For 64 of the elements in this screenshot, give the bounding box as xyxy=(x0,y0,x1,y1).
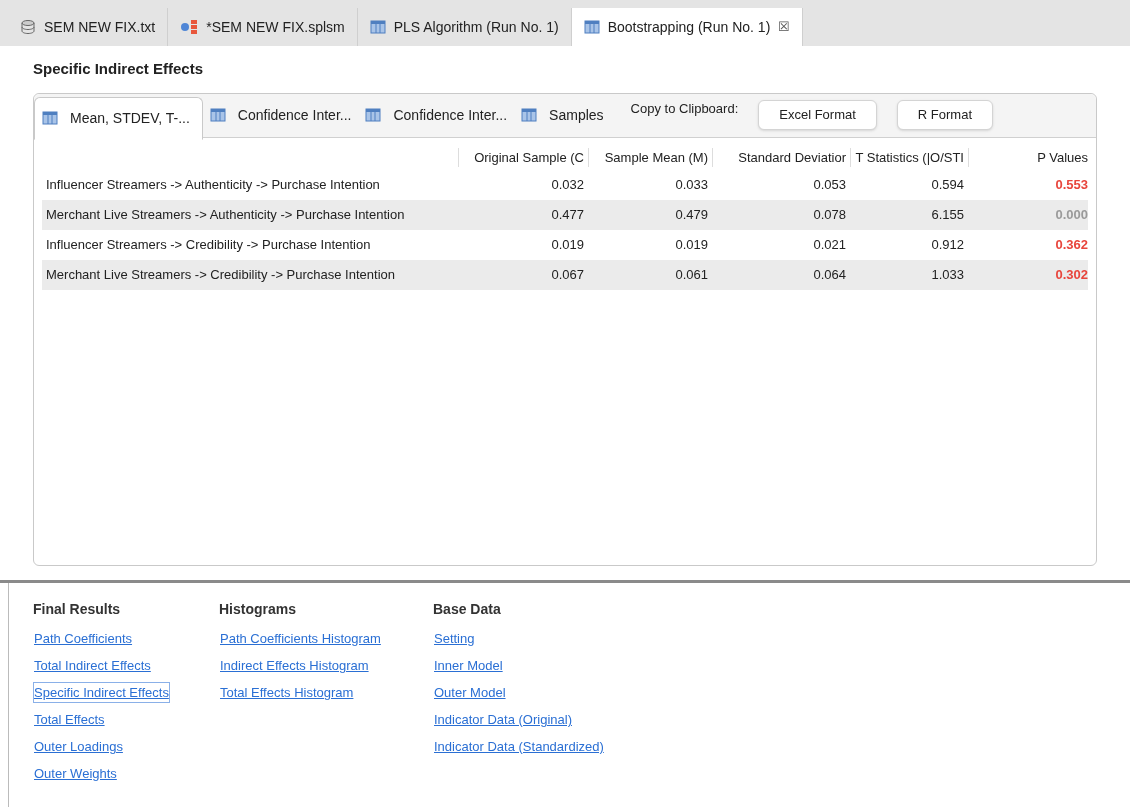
value-cell-text: 0.021 xyxy=(812,235,847,254)
close-button[interactable]: ☒ xyxy=(778,17,791,37)
value-cell-text: 6.155 xyxy=(930,205,965,224)
result-tab[interactable]: Samples xyxy=(514,93,611,137)
value-cell-text: 0.033 xyxy=(674,175,709,194)
result-link[interactable]: Outer Weights xyxy=(33,763,118,784)
path-cell-text: Influencer Streamers -> Authenticity -> Purchase Intention xyxy=(45,175,381,194)
result-link[interactable]: Total Effects xyxy=(33,709,106,730)
group-heading: Histograms xyxy=(219,600,298,619)
result-tab[interactable]: Confidence Inter... xyxy=(202,93,359,137)
table-icon xyxy=(521,107,538,123)
value-cell-text: 0.067 xyxy=(550,265,585,284)
value-cell-text: 0.479 xyxy=(674,205,709,224)
result-tab[interactable]: Mean, STDEV, T-... xyxy=(34,96,203,140)
value-cell-text: 0.064 xyxy=(812,265,847,284)
p-value-cell-text: 0.302 xyxy=(1054,265,1089,284)
column-header: Standard Deviatior xyxy=(712,147,850,168)
table-icon xyxy=(42,110,58,126)
column-header: Sample Mean (M) xyxy=(588,147,712,168)
section-title: Specific Indirect Effects xyxy=(33,59,205,79)
value-cell-text: 1.033 xyxy=(930,265,965,284)
value-cell-text: 0.912 xyxy=(930,235,965,254)
result-link[interactable]: Specific Indirect Effects xyxy=(33,682,170,703)
table-icon xyxy=(365,107,382,123)
result-link[interactable]: Path Coefficients xyxy=(33,628,134,649)
path-cell-text: Influencer Streamers -> Credibility -> Purchase Intention xyxy=(45,235,372,254)
table-icon xyxy=(369,19,386,35)
result-link[interactable]: Outer Model xyxy=(433,682,507,703)
group-heading: Final Results xyxy=(33,600,122,619)
value-cell-text: 0.032 xyxy=(550,175,585,194)
p-value-cell-text: 0.362 xyxy=(1054,235,1089,254)
result-link[interactable]: Indicator Data (Standardized) xyxy=(433,736,605,757)
value-cell-text: 0.061 xyxy=(674,265,709,284)
column-header: Original Sample (C xyxy=(458,147,588,168)
result-link[interactable]: Indirect Effects Histogram xyxy=(219,655,370,676)
result-link[interactable]: Path Coefficients Histogram xyxy=(219,628,382,649)
value-cell-text: 0.477 xyxy=(550,205,585,224)
copy-format-button[interactable]: R Format xyxy=(896,100,993,130)
value-cell-text: 0.053 xyxy=(812,175,847,194)
result-link[interactable]: Indicator Data (Original) xyxy=(433,709,573,730)
result-link[interactable]: Total Effects Histogram xyxy=(219,682,355,703)
value-cell-text: 0.019 xyxy=(550,235,585,254)
value-cell-text: 0.019 xyxy=(674,235,709,254)
result-tab[interactable]: Confidence Inter... xyxy=(358,93,515,137)
result-link[interactable]: Setting xyxy=(433,628,476,649)
group-heading: Base Data xyxy=(433,600,502,619)
column-header: P Values xyxy=(968,147,1092,168)
p-value-cell-text: 0.553 xyxy=(1054,175,1089,194)
path-cell-text: Merchant Live Streamers -> Authenticity -> Purchase Intention xyxy=(45,205,406,224)
editor-tab[interactable]: Bootstrapping (Run No. 1) ☒ xyxy=(571,8,804,46)
database-icon xyxy=(20,19,36,35)
table-icon xyxy=(209,107,226,123)
table-icon xyxy=(583,19,600,35)
clipboard-label: Copy to Clipboard: xyxy=(630,100,739,119)
p-value-cell-text: 0.000 xyxy=(1054,205,1089,224)
result-link[interactable]: Total Indirect Effects xyxy=(33,655,152,676)
result-link[interactable]: Inner Model xyxy=(433,655,504,676)
path-cell-text: Merchant Live Streamers -> Credibility -> Purchase Intention xyxy=(45,265,396,284)
value-cell-text: 0.078 xyxy=(812,205,847,224)
value-cell-text: 0.594 xyxy=(930,175,965,194)
copy-format-button[interactable]: Excel Format xyxy=(758,100,877,130)
model-icon xyxy=(180,19,199,35)
result-link[interactable]: Outer Loadings xyxy=(33,736,124,757)
column-header: T Statistics (|O/STI xyxy=(850,147,968,168)
